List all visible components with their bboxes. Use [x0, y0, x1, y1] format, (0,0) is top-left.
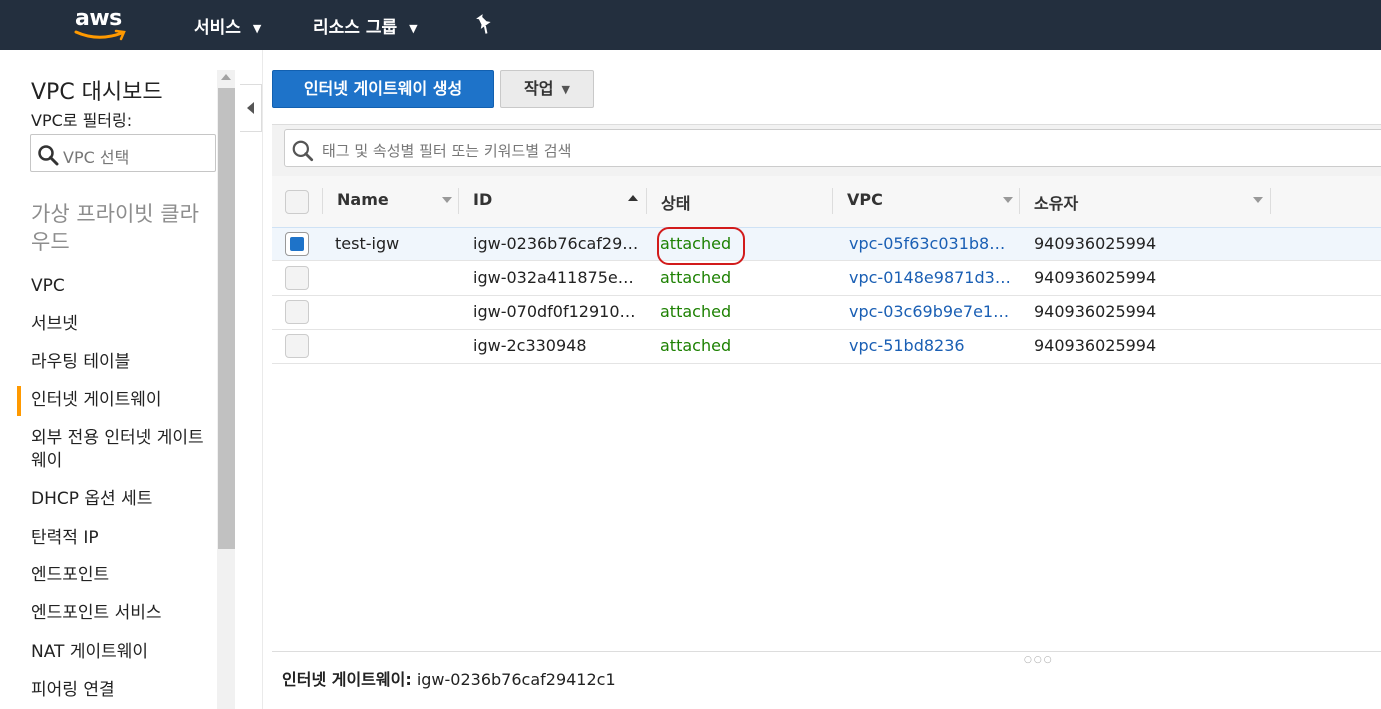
search-icon — [37, 144, 59, 170]
table-row[interactable]: igw-032a411875e… attached vpc-0148e9871d… — [272, 262, 1381, 296]
sort-icon[interactable] — [1003, 197, 1013, 203]
cell-state: attached — [660, 336, 732, 355]
table-row[interactable]: igw-2c330948 attached vpc-51bd8236 94093… — [272, 330, 1381, 364]
sidebar-item-dhcp-options[interactable]: DHCP 옵션 세트 — [31, 488, 216, 511]
sidebar-scrollbar[interactable] — [217, 70, 235, 709]
search-placeholder: 태그 및 속성별 필터 또는 키워드별 검색 — [322, 142, 572, 160]
cell-state: attached — [660, 302, 732, 321]
cell-id: igw-2c330948 — [473, 336, 587, 355]
sidebar-item-internet-gateways[interactable]: 인터넷 게이트웨이 — [31, 389, 216, 412]
resource-groups-menu[interactable]: 리소스 그룹 ▼ — [313, 13, 418, 38]
sidebar-item-elastic-ips[interactable]: 탄력적 IP — [31, 527, 216, 550]
sidebar-item-vpc[interactable]: VPC — [31, 275, 216, 298]
cell-vpc-link[interactable]: vpc-05f63c031b8… — [849, 234, 1011, 253]
vpc-select-placeholder: VPC 선택 — [63, 148, 130, 167]
scrollbar-thumb[interactable] — [218, 88, 235, 549]
sort-icon[interactable] — [1253, 197, 1263, 203]
sort-icon[interactable] — [442, 197, 452, 203]
sidebar-collapse-button[interactable] — [240, 84, 262, 132]
detail-pane-divider[interactable] — [272, 651, 1381, 652]
sidebar-item-route-tables[interactable]: 라우팅 테이블 — [31, 351, 216, 374]
column-divider — [1019, 188, 1020, 214]
column-header-state[interactable]: 상태 — [661, 190, 690, 214]
search-input[interactable]: 태그 및 속성별 필터 또는 키워드별 검색 — [284, 129, 1381, 167]
cell-id: igw-0236b76caf29… — [473, 234, 638, 253]
cell-state: attached — [660, 268, 732, 287]
actions-button[interactable]: 작업 ▼ — [500, 70, 594, 108]
column-divider — [832, 188, 833, 214]
create-internet-gateway-button[interactable]: 인터넷 게이트웨이 생성 — [272, 70, 494, 108]
row-checkbox[interactable] — [285, 334, 309, 358]
column-divider — [458, 188, 459, 214]
column-divider — [322, 188, 323, 214]
vpc-filter-label: VPC로 필터링: — [31, 111, 133, 130]
services-label: 서비스 — [194, 18, 241, 38]
column-header-id[interactable]: ID — [473, 190, 492, 209]
sidebar-item-endpoint-services[interactable]: 엔드포인트 서비스 — [31, 602, 216, 625]
cell-owner: 940936025994 — [1034, 268, 1157, 287]
detail-value: igw-0236b76caf29412c1 — [416, 670, 616, 689]
resource-groups-label: 리소스 그룹 — [313, 18, 398, 38]
cell-id: igw-032a411875e… — [473, 268, 634, 287]
sidebar: VPC 대시보드 VPC로 필터링: VPC 선택 가상 프라이빗 클라우드 V… — [0, 50, 238, 709]
table-row[interactable]: test-igw igw-0236b76caf29… attached vpc-… — [272, 227, 1381, 261]
table-header: Name ID 상태 VPC 소유자 — [272, 176, 1381, 228]
sidebar-divider — [262, 50, 263, 709]
cell-vpc-link[interactable]: vpc-03c69b9e7e1… — [849, 302, 1011, 321]
column-header-owner[interactable]: 소유자 — [1034, 190, 1078, 214]
sidebar-item-egress-only-gateways[interactable]: 외부 전용 인터넷 게이트웨이 — [31, 427, 216, 473]
column-divider — [646, 188, 647, 214]
sidebar-item-peering[interactable]: 피어링 연결 — [31, 679, 216, 702]
search-icon — [291, 139, 315, 167]
table-row[interactable]: igw-070df0f12910… attached vpc-03c69b9e7… — [272, 296, 1381, 330]
chevron-down-icon: ▼ — [252, 21, 262, 35]
cell-owner: 940936025994 — [1034, 336, 1157, 355]
cell-owner: 940936025994 — [1034, 234, 1157, 253]
sidebar-item-subnets[interactable]: 서브넷 — [31, 313, 216, 336]
sort-ascending-icon[interactable] — [628, 195, 638, 201]
chevron-down-icon: ▼ — [561, 82, 570, 96]
active-indicator — [17, 386, 21, 416]
column-header-vpc[interactable]: VPC — [847, 190, 883, 209]
aws-logo[interactable]: aws — [72, 6, 132, 44]
row-checkbox[interactable] — [285, 266, 309, 290]
search-bar: 태그 및 속성별 필터 또는 키워드별 검색 — [272, 125, 1381, 176]
scroll-up-icon[interactable] — [221, 74, 231, 80]
sidebar-title[interactable]: VPC 대시보드 — [31, 74, 163, 106]
services-menu[interactable]: 서비스 ▼ — [194, 13, 261, 38]
top-nav-bar: aws 서비스 ▼ 리소스 그룹 ▼ — [0, 0, 1381, 50]
resize-handle-icon[interactable]: ○○○ — [1024, 655, 1054, 665]
row-checkbox[interactable] — [285, 300, 309, 324]
sidebar-section-title: 가상 프라이빗 클라우드 — [31, 202, 199, 254]
column-divider — [1270, 188, 1271, 214]
detail-pane-heading: 인터넷 게이트웨이: igw-0236b76caf29412c1 — [282, 666, 616, 690]
cell-name: test-igw — [335, 234, 400, 253]
actions-label: 작업 — [524, 79, 554, 98]
aws-smile-icon — [74, 29, 126, 41]
detail-label: 인터넷 게이트웨이: — [282, 670, 412, 689]
cell-state: attached — [660, 234, 732, 253]
cell-owner: 940936025994 — [1034, 302, 1157, 321]
chevron-down-icon: ▼ — [409, 21, 418, 35]
select-all-checkbox[interactable] — [285, 190, 309, 214]
column-header-name[interactable]: Name — [337, 190, 389, 209]
pin-icon[interactable] — [474, 13, 494, 39]
sidebar-item-nat-gateways[interactable]: NAT 게이트웨이 — [31, 641, 216, 664]
sidebar-item-endpoints[interactable]: 엔드포인트 — [31, 564, 216, 587]
row-checkbox[interactable] — [285, 232, 309, 256]
cell-vpc-link[interactable]: vpc-51bd8236 — [849, 336, 1011, 355]
vpc-select[interactable]: VPC 선택 — [30, 134, 216, 172]
chevron-left-icon — [247, 102, 254, 114]
cell-id: igw-070df0f12910… — [473, 302, 636, 321]
cell-vpc-link[interactable]: vpc-0148e9871d3… — [849, 268, 1011, 287]
